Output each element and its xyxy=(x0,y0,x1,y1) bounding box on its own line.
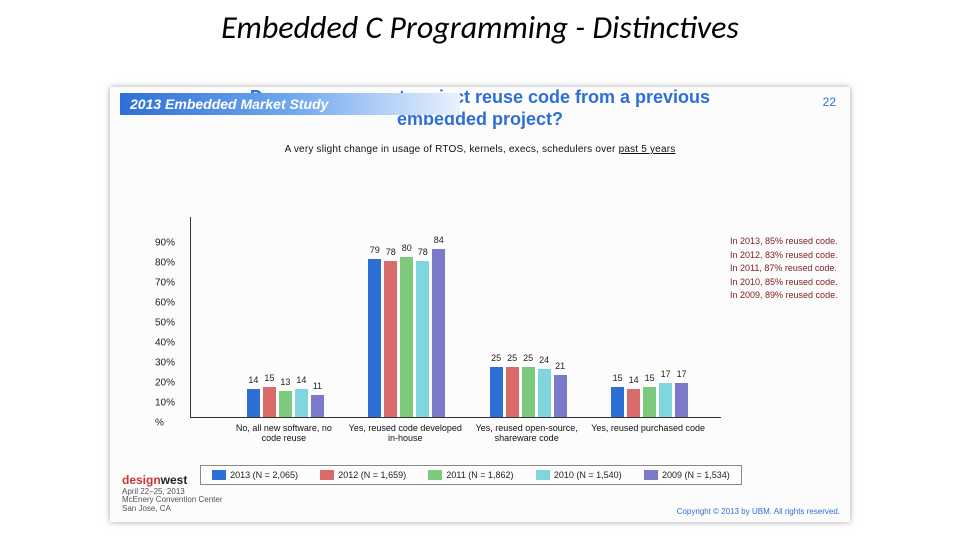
annotation-line: In 2012, 83% reused code. xyxy=(730,249,838,263)
page-title: Embedded C Programming - Distinctives xyxy=(0,8,960,47)
legend-item: 2011 (N = 1,862) xyxy=(428,470,513,480)
y-tick: 20% xyxy=(155,378,175,389)
bar: 84 xyxy=(432,249,445,417)
y-tick: 70% xyxy=(155,278,175,289)
bar-value-label: 25 xyxy=(507,353,517,363)
logo-brand-right: west xyxy=(161,473,188,487)
legend-label: 2012 (N = 1,659) xyxy=(338,470,406,480)
category-label: Yes, reused code developed in-house xyxy=(347,417,464,444)
bar: 13 xyxy=(279,391,292,417)
bar-group: 2525252421 xyxy=(488,367,568,417)
annotation-line: In 2013, 85% reused code. xyxy=(730,235,838,249)
legend: 2013 (N = 2,065) 2012 (N = 1,659) 2011 (N … xyxy=(200,465,742,485)
y-tick: 80% xyxy=(155,258,175,269)
bar: 15 xyxy=(611,387,624,417)
legend-swatch xyxy=(428,470,442,480)
bar-value-label: 25 xyxy=(523,353,533,363)
bar-value-label: 14 xyxy=(629,375,639,385)
bar-value-label: 24 xyxy=(539,355,549,365)
bar: 25 xyxy=(490,367,503,417)
bar-value-label: 21 xyxy=(555,361,565,371)
bar: 15 xyxy=(263,387,276,417)
y-tick: 10% xyxy=(155,398,175,409)
bar: 79 xyxy=(368,259,381,417)
y-tick: 40% xyxy=(155,338,175,349)
legend-swatch xyxy=(536,470,550,480)
bar-value-label: 80 xyxy=(402,243,412,253)
bar: 21 xyxy=(554,375,567,417)
bar-group: 7978807884 xyxy=(367,249,447,417)
annotation-line: In 2010, 85% reused code. xyxy=(730,276,838,290)
bar: 15 xyxy=(643,387,656,417)
legend-label: 2009 (N = 1,534) xyxy=(662,470,730,480)
bar-value-label: 17 xyxy=(661,369,671,379)
y-tick: 60% xyxy=(155,298,175,309)
bar: 14 xyxy=(627,389,640,417)
category-label: Yes, reused purchased code xyxy=(590,417,707,433)
bar-value-label: 15 xyxy=(613,373,623,383)
chart-subtitle: A very slight change in usage of RTOS, k… xyxy=(110,144,850,155)
logo-brand-left: design xyxy=(122,473,161,487)
bar: 17 xyxy=(675,383,688,417)
bar-value-label: 79 xyxy=(370,245,380,255)
annotation-line: In 2009, 89% reused code. xyxy=(730,289,838,303)
bar: 14 xyxy=(295,389,308,417)
banner: 2013 Embedded Market Study xyxy=(120,93,460,115)
bar-value-label: 15 xyxy=(264,373,274,383)
legend-swatch xyxy=(644,470,658,480)
bar-group: 1415131411 xyxy=(245,387,325,417)
bar-value-label: 14 xyxy=(248,375,258,385)
bar-value-label: 14 xyxy=(296,375,306,385)
category-label: No, all new software, no code reuse xyxy=(225,417,342,444)
y-tick: 90% xyxy=(155,238,175,249)
legend-swatch xyxy=(320,470,334,480)
y-tick: % xyxy=(155,418,164,429)
bar: 24 xyxy=(538,369,551,417)
legend-item: 2009 (N = 1,534) xyxy=(644,470,730,480)
logo: designwest April 22–25, 2013 McEnery Con… xyxy=(122,474,223,514)
bar: 11 xyxy=(311,395,324,417)
bar-chart: %10%20%30%40%50%60%70%80%90%1415131411No… xyxy=(190,217,721,418)
y-tick: 30% xyxy=(155,358,175,369)
legend-item: 2013 (N = 2,065) xyxy=(212,470,298,480)
category-label: Yes, reused open-source, shareware code xyxy=(468,417,585,444)
bar: 78 xyxy=(416,261,429,417)
bar-value-label: 25 xyxy=(491,353,501,363)
banner-rest: Embedded Market Study xyxy=(161,96,328,112)
bar: 80 xyxy=(400,257,413,417)
bar: 25 xyxy=(522,367,535,417)
logo-line-4: San Jose, CA xyxy=(122,505,223,514)
bar-value-label: 78 xyxy=(386,247,396,257)
annotations: In 2013, 85% reused code.In 2012, 83% re… xyxy=(730,235,838,303)
bar-value-label: 11 xyxy=(313,381,322,391)
copyright: Copyright © 2013 by UBM. All rights rese… xyxy=(677,507,840,516)
bar-group: 1514151717 xyxy=(610,383,690,417)
logo-brand: designwest xyxy=(122,474,223,487)
legend-item: 2010 (N = 1,540) xyxy=(536,470,622,480)
bar: 17 xyxy=(659,383,672,417)
annotation-line: In 2011, 87% reused code. xyxy=(730,262,838,276)
bar: 25 xyxy=(506,367,519,417)
subtitle-pre: A very slight change in usage of RTOS, k… xyxy=(285,144,619,155)
y-tick: 50% xyxy=(155,318,175,329)
page-number: 22 xyxy=(823,95,836,109)
legend-label: 2013 (N = 2,065) xyxy=(230,470,298,480)
banner-year: 2013 xyxy=(130,96,161,112)
slide-container: 2013 Embedded Market Study 22 Does your … xyxy=(110,87,850,522)
bar-value-label: 78 xyxy=(418,247,428,257)
subtitle-underlined: past 5 years xyxy=(619,144,676,155)
legend-label: 2011 (N = 1,862) xyxy=(446,470,513,480)
bar-value-label: 84 xyxy=(434,235,444,245)
legend-item: 2012 (N = 1,659) xyxy=(320,470,406,480)
bar-value-label: 13 xyxy=(280,377,290,387)
bar: 14 xyxy=(247,389,260,417)
bar: 78 xyxy=(384,261,397,417)
legend-label: 2010 (N = 1,540) xyxy=(554,470,622,480)
bar-value-label: 17 xyxy=(677,369,687,379)
bar-value-label: 15 xyxy=(645,373,655,383)
